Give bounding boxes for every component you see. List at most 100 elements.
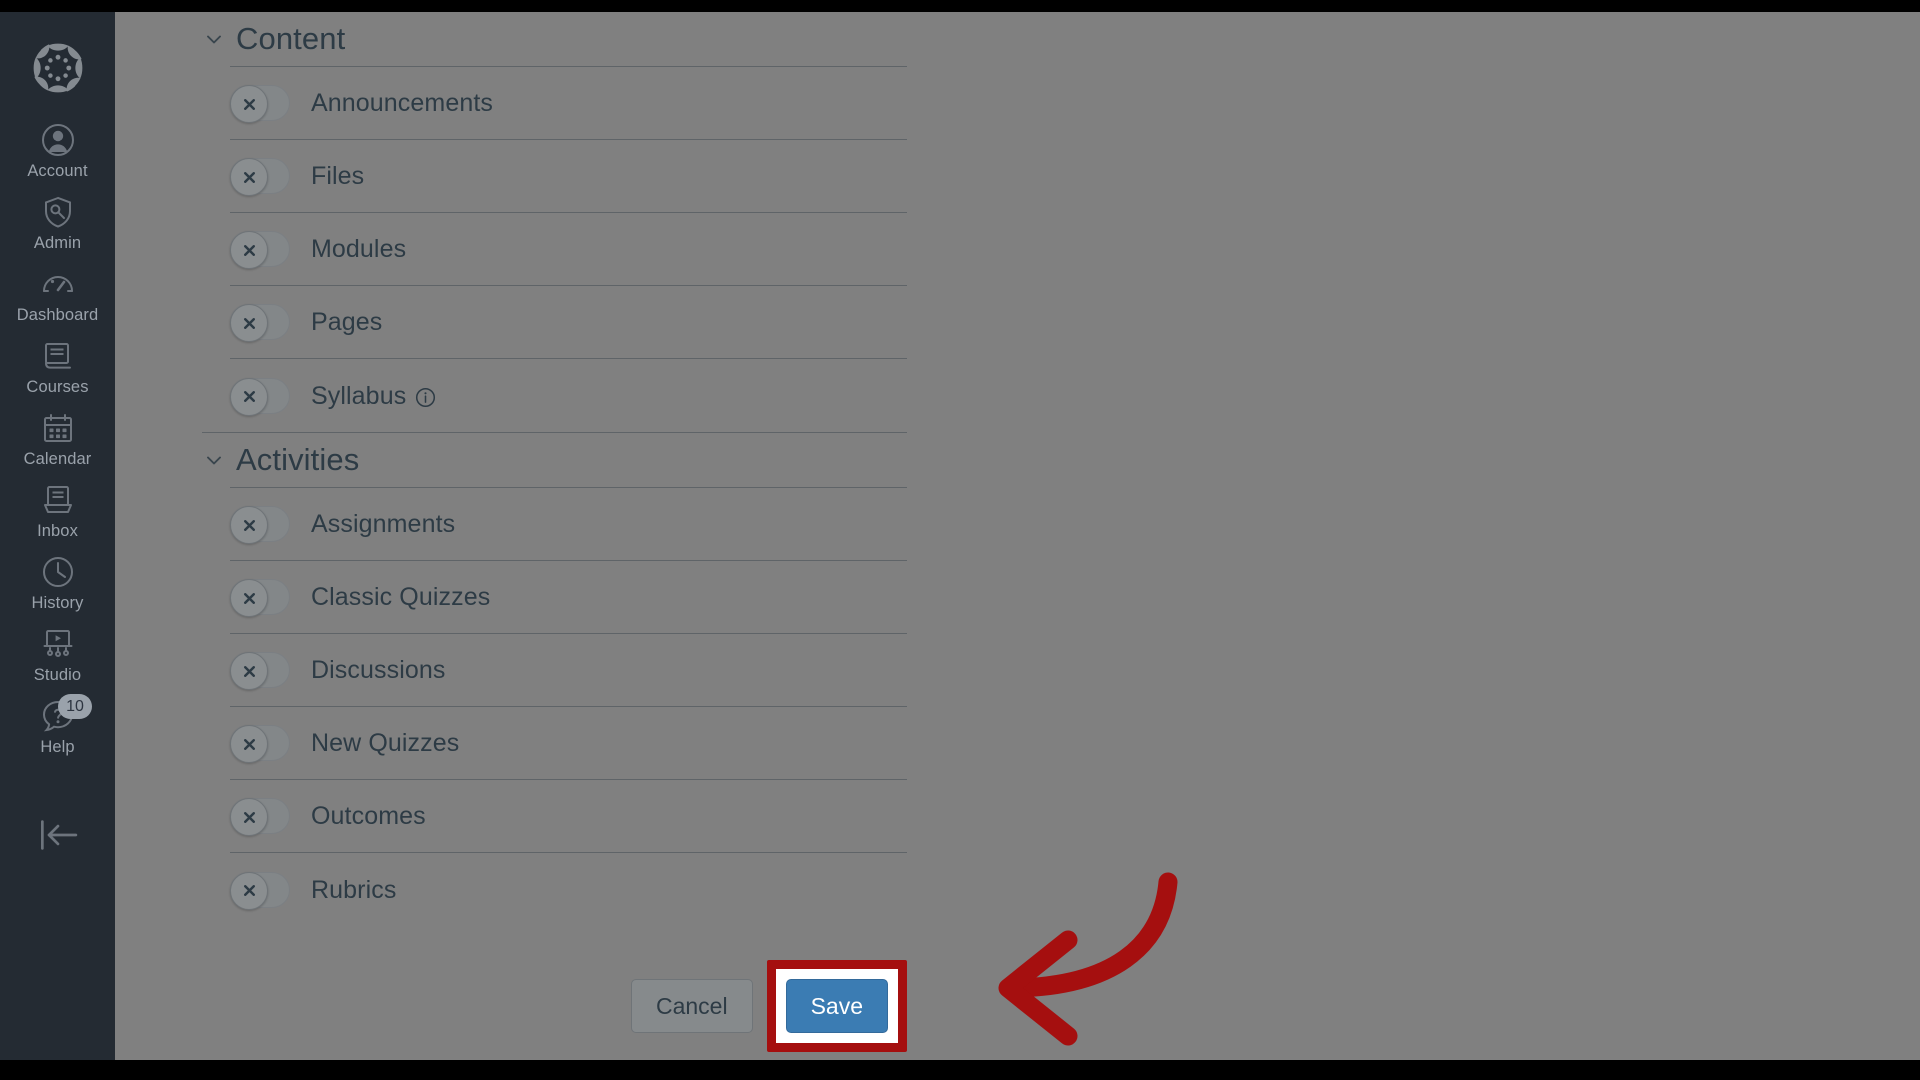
nav-item-label: Admin xyxy=(33,234,82,252)
toggle-assignments[interactable] xyxy=(230,506,290,544)
toggle-label: Classic Quizzes xyxy=(311,582,490,612)
nav-item-help[interactable]: 10 Help xyxy=(0,694,115,757)
toggle-row: Rubrics xyxy=(230,853,907,926)
section-content: Content Announcements Files Modules Page… xyxy=(202,12,907,432)
nav-item-studio[interactable]: Studio xyxy=(0,626,115,685)
nav-item-label: Inbox xyxy=(37,522,78,540)
global-navigation: Account Admin Dashboard Courses Calendar… xyxy=(0,12,115,1060)
toggle-row: Modules xyxy=(230,213,907,286)
toggle-label: Syllabus xyxy=(311,381,436,411)
section-title: Activities xyxy=(236,442,360,477)
nav-item-dashboard[interactable]: Dashboard xyxy=(0,266,115,325)
chevron-down-icon xyxy=(204,450,224,470)
toggle-new-quizzes[interactable] xyxy=(230,725,290,763)
section-title: Content xyxy=(236,21,346,56)
toggle-row: Files xyxy=(230,140,907,213)
letterbox-top xyxy=(0,0,1920,12)
nav-item-inbox[interactable]: Inbox xyxy=(0,482,115,541)
toggle-label-text: Pages xyxy=(311,308,383,336)
toggle-label-text: Syllabus xyxy=(311,381,407,410)
toggle-row: Discussions xyxy=(230,634,907,707)
toggle-label: Outcomes xyxy=(311,801,426,831)
nav-item-label: Studio xyxy=(33,666,82,684)
toggle-label: Rubrics xyxy=(311,875,396,905)
toggle-knob xyxy=(230,798,268,836)
toggle-pages[interactable] xyxy=(230,304,290,342)
toggle-label: Discussions xyxy=(311,655,445,685)
canvas-logo-icon[interactable] xyxy=(28,38,88,98)
toggle-row: Announcements xyxy=(230,67,907,140)
toggle-label: Pages xyxy=(311,307,382,337)
nav-item-account[interactable]: Account xyxy=(0,122,115,181)
toggle-knob xyxy=(230,377,268,416)
section-content-header[interactable]: Content xyxy=(202,12,345,66)
toggle-modules[interactable] xyxy=(230,231,290,269)
info-circle-icon[interactable] xyxy=(415,385,436,408)
toggle-syllabus[interactable] xyxy=(230,377,290,416)
toggle-announcements[interactable] xyxy=(230,85,290,123)
toggle-knob xyxy=(230,579,268,617)
toggle-knob xyxy=(230,304,268,342)
navigation-settings-panel: Content Announcements Files Modules Page… xyxy=(115,12,1920,1060)
toggle-label: Modules xyxy=(311,234,406,264)
toggle-files[interactable] xyxy=(230,158,290,196)
nav-item-label: Courses xyxy=(26,378,89,396)
toggle-outcomes[interactable] xyxy=(230,798,290,836)
cancel-button[interactable]: Cancel xyxy=(630,979,753,1033)
shield-wrench-icon xyxy=(40,194,76,230)
toggle-classic-quizzes[interactable] xyxy=(230,579,290,617)
collapse-navigation-button[interactable] xyxy=(0,816,115,857)
toggle-label-text: Assignments xyxy=(311,510,456,538)
toggle-knob xyxy=(230,231,268,269)
toggle-label: Assignments xyxy=(311,509,455,539)
nav-item-history[interactable]: History xyxy=(0,554,115,613)
toggle-row: Assignments xyxy=(230,488,907,561)
nav-item-label: History xyxy=(31,594,84,612)
section-activities: Activities Assignments Classic Quizzes D… xyxy=(202,433,907,926)
browser-viewport: Account Admin Dashboard Courses Calendar… xyxy=(0,12,1920,1060)
toggle-label-text: Classic Quizzes xyxy=(311,583,491,611)
nav-item-label: Help xyxy=(40,738,75,756)
toggle-label-text: Announcements xyxy=(311,89,493,117)
toggle-row: Syllabus xyxy=(230,359,907,432)
calendar-icon xyxy=(40,410,76,446)
book-icon xyxy=(40,338,76,374)
inbox-tray-icon xyxy=(40,482,76,518)
studio-screen-icon xyxy=(40,626,76,662)
toggle-label-text: Rubrics xyxy=(311,875,397,904)
toggle-knob xyxy=(230,652,268,690)
nav-item-courses[interactable]: Courses xyxy=(0,338,115,397)
toggle-row: Outcomes xyxy=(230,780,907,853)
toggle-row: Classic Quizzes xyxy=(230,561,907,634)
clock-icon xyxy=(40,554,76,590)
nav-item-label: Dashboard xyxy=(16,306,99,324)
screen-root: Account Admin Dashboard Courses Calendar… xyxy=(0,0,1920,1080)
chevron-down-icon xyxy=(204,29,224,49)
toggle-label-text: Outcomes xyxy=(311,802,426,830)
nav-item-label: Calendar xyxy=(23,450,92,468)
toggle-row: New Quizzes xyxy=(230,707,907,780)
nav-item-calendar[interactable]: Calendar xyxy=(0,410,115,469)
letterbox-bottom xyxy=(0,1060,1920,1080)
activities-toggle-list: Assignments Classic Quizzes Discussions … xyxy=(202,488,907,926)
toggle-label: Announcements xyxy=(311,88,493,118)
toggle-label-text: Discussions xyxy=(311,656,446,684)
nav-item-admin[interactable]: Admin xyxy=(0,194,115,253)
toggle-knob xyxy=(230,871,268,910)
toggle-discussions[interactable] xyxy=(230,652,290,690)
section-activities-header[interactable]: Activities xyxy=(202,433,359,487)
user-avatar-icon xyxy=(40,122,76,158)
toggle-knob xyxy=(230,506,268,544)
toggle-knob xyxy=(230,85,268,123)
save-button[interactable]: Save xyxy=(785,979,888,1033)
toggle-label-text: Modules xyxy=(311,235,407,263)
toggle-rubrics[interactable] xyxy=(230,871,290,910)
save-button-highlight-annotation: Save xyxy=(766,960,907,1052)
nav-item-label: Account xyxy=(27,162,88,180)
toggle-row: Pages xyxy=(230,286,907,359)
toggle-label-text: New Quizzes xyxy=(311,729,460,757)
toggle-label-text: Files xyxy=(311,162,365,190)
collapse-left-icon xyxy=(35,816,81,857)
content-toggle-list: Announcements Files Modules Pages Syllab… xyxy=(202,67,907,432)
toggle-label: New Quizzes xyxy=(311,728,459,758)
